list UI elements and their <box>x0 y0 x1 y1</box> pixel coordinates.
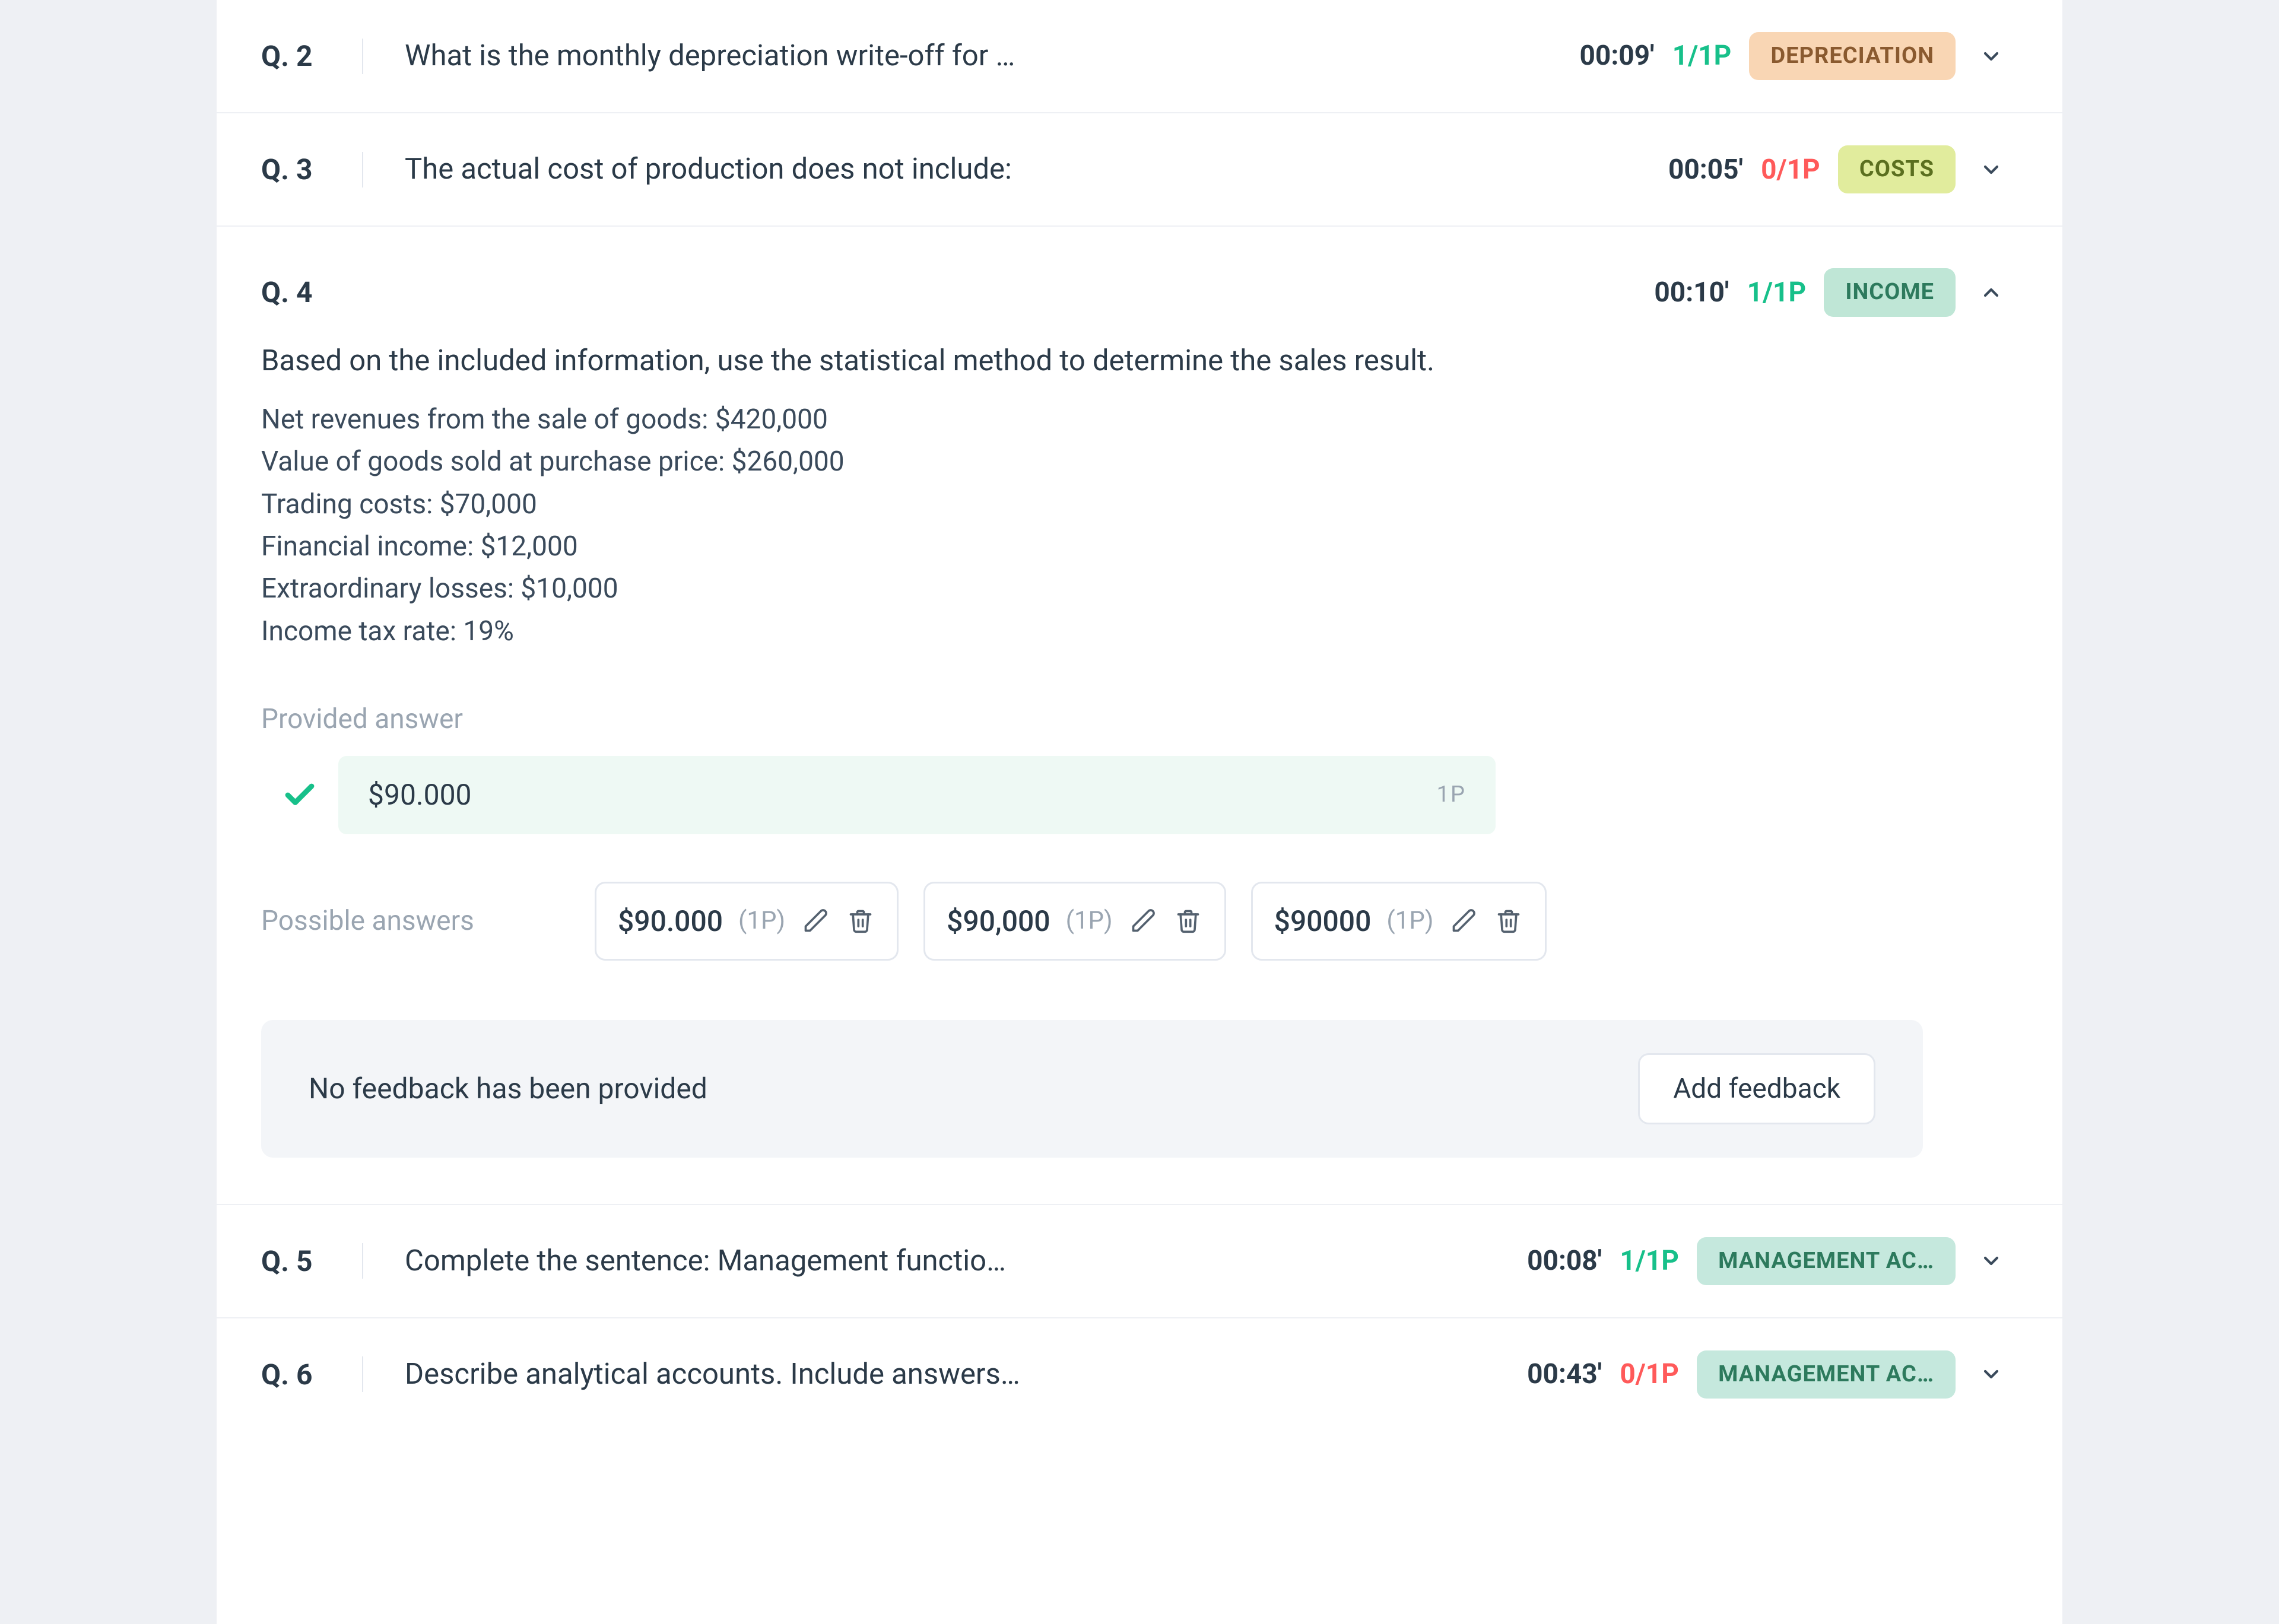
question-time: 00:09' <box>1559 37 1654 75</box>
trash-icon[interactable] <box>1494 906 1523 936</box>
possible-answer-points: (1P) <box>738 904 785 939</box>
question-title: What is the monthly depreciation write-o… <box>405 36 1547 77</box>
check-icon <box>261 777 338 813</box>
info-line: Net revenues from the sale of goods: $42… <box>261 399 2015 441</box>
chevron-up-icon[interactable] <box>1967 281 2015 304</box>
info-line: Extraordinary losses: $10,000 <box>261 568 2015 610</box>
chevron-down-icon[interactable] <box>1967 1249 2015 1273</box>
question-row-q2[interactable]: Q. 2 What is the monthly depreciation wr… <box>217 0 2062 113</box>
possible-answers-label: Possible answers <box>261 902 570 940</box>
possible-answer-value: $90,000 <box>947 901 1050 941</box>
question-row-q5[interactable]: Q. 5 Complete the sentence: Management f… <box>217 1205 2062 1318</box>
question-title: Describe analytical accounts. Include an… <box>405 1354 1495 1395</box>
possible-answer-points: (1P) <box>1386 904 1433 939</box>
question-row-q6[interactable]: Q. 6 Describe analytical accounts. Inclu… <box>217 1318 2062 1431</box>
question-number: Q. 3 <box>261 150 350 189</box>
add-feedback-button[interactable]: Add feedback <box>1638 1053 1875 1124</box>
possible-answer-points: (1P) <box>1066 904 1113 939</box>
trash-icon[interactable] <box>1173 906 1203 936</box>
possible-answer-value: $90.000 <box>618 901 723 941</box>
provided-answer-value: $90.000 <box>368 775 1437 815</box>
question-title: Complete the sentence: Management functi… <box>405 1241 1495 1282</box>
possible-answer-chip: $90.000 (1P) <box>595 882 899 961</box>
info-line: Income tax rate: 19% <box>261 611 2015 653</box>
question-number: Q. 6 <box>261 1355 350 1394</box>
possible-answer-chip: $90000 (1P) <box>1251 882 1547 961</box>
question-points: 1/1P <box>1666 37 1737 75</box>
info-line: Financial income: $12,000 <box>261 526 2015 568</box>
question-tag: DEPRECIATION <box>1749 32 1956 80</box>
question-info-lines: Net revenues from the sale of goods: $42… <box>261 399 2015 653</box>
question-points: 0/1P <box>1755 151 1826 189</box>
provided-answer-points: 1P <box>1437 779 1466 811</box>
question-number: Q. 2 <box>261 36 350 76</box>
divider <box>362 39 363 74</box>
question-row-q3[interactable]: Q. 3 The actual cost of production does … <box>217 113 2062 227</box>
question-detail-q4: Based on the included information, use t… <box>217 329 2062 1181</box>
divider <box>362 1243 363 1279</box>
feedback-empty-text: No feedback has been provided <box>309 1069 707 1108</box>
question-tag: COSTS <box>1838 145 1956 193</box>
feedback-box: No feedback has been provided Add feedba… <box>261 1020 1923 1158</box>
question-tag: MANAGEMENT AC… <box>1697 1350 1956 1399</box>
question-tag: INCOME <box>1824 268 1956 316</box>
edit-icon[interactable] <box>1128 906 1158 936</box>
divider <box>362 152 363 187</box>
edit-icon[interactable] <box>801 906 830 936</box>
edit-icon[interactable] <box>1449 906 1478 936</box>
info-line: Value of goods sold at purchase price: $… <box>261 441 2015 483</box>
question-number: Q. 4 <box>261 272 350 312</box>
question-time: 00:10' <box>1634 274 1729 312</box>
possible-answer-value: $90000 <box>1274 901 1372 941</box>
question-time: 00:43' <box>1507 1355 1602 1393</box>
question-prompt: Based on the included information, use t… <box>261 341 2015 382</box>
question-number: Q. 5 <box>261 1241 350 1281</box>
question-time: 00:08' <box>1507 1242 1602 1280</box>
chevron-down-icon[interactable] <box>1967 1362 2015 1386</box>
possible-answer-chip: $90,000 (1P) <box>923 882 1226 961</box>
question-tag: MANAGEMENT AC… <box>1697 1237 1956 1285</box>
chevron-down-icon[interactable] <box>1967 45 2015 68</box>
provided-answer-label: Provided answer <box>261 700 2015 738</box>
info-line: Trading costs: $70,000 <box>261 484 2015 526</box>
chevron-down-icon[interactable] <box>1967 158 2015 182</box>
trash-icon[interactable] <box>846 906 875 936</box>
provided-answer-box: $90.000 1P <box>338 756 1496 834</box>
question-row-q4[interactable]: Q. 4 00:10' 1/1P INCOME <box>217 227 2062 328</box>
question-points: 1/1P <box>1741 274 1812 312</box>
divider <box>362 1356 363 1392</box>
question-time: 00:05' <box>1648 151 1743 189</box>
questions-list: Q. 2 What is the monthly depreciation wr… <box>217 0 2062 1624</box>
question-points: 1/1P <box>1614 1242 1685 1280</box>
question-title: The actual cost of production does not i… <box>405 149 1636 190</box>
provided-answer-row: $90.000 1P <box>261 756 2015 834</box>
possible-answers-row: Possible answers $90.000 (1P) $90,000 (1… <box>261 882 2015 961</box>
question-points: 0/1P <box>1614 1355 1685 1393</box>
